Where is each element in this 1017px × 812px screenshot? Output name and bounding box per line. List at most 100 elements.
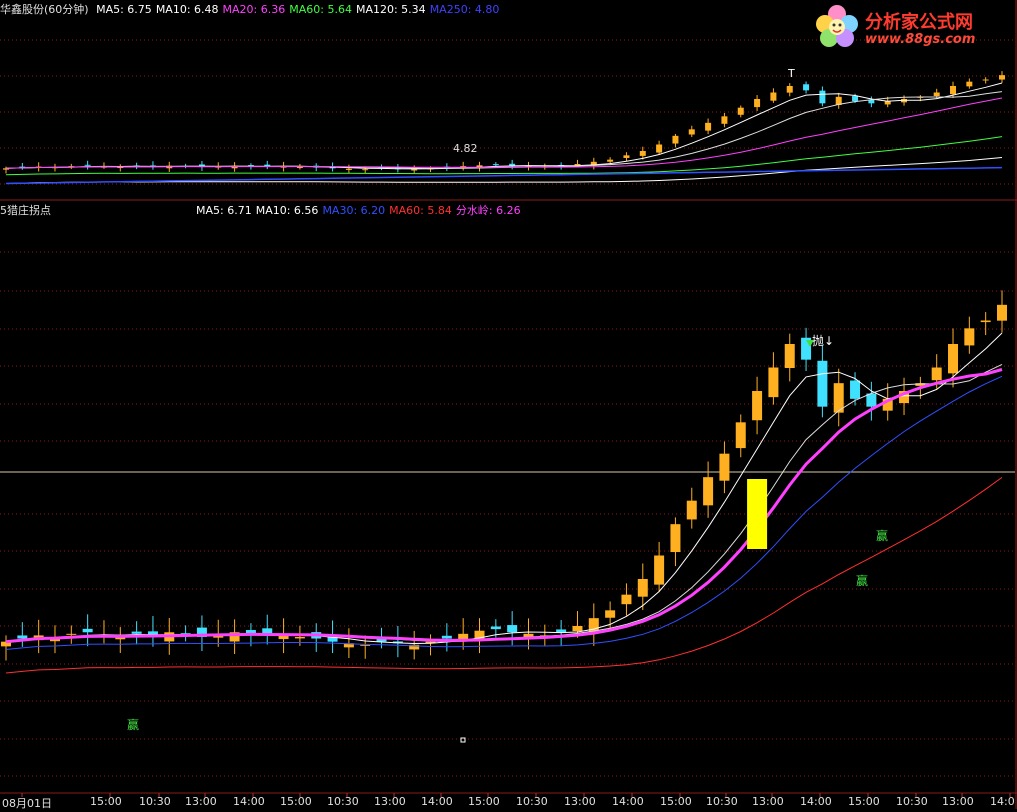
bottom-legend-item-2: MA30: 6.20 (322, 204, 386, 217)
top-candle-body (852, 96, 859, 102)
top-candle-body (982, 79, 989, 81)
top-candle-body (803, 84, 810, 91)
top-ma20-line (5, 97, 1003, 169)
bottom-candle-body (572, 626, 583, 632)
bottom-candle-body (82, 628, 93, 633)
bottom-candle-body (637, 579, 648, 597)
win-signal-2: 赢 (876, 528, 888, 543)
bottom-candle-body (621, 594, 632, 605)
time-label: 13:00 (752, 795, 784, 808)
time-label: 10:30 (327, 795, 359, 808)
time-label: 10:30 (706, 795, 738, 808)
indicator-title: 5猎庄拐点 (0, 204, 51, 217)
top-candle-body (933, 92, 940, 97)
bottom-ma5-line (5, 332, 1003, 645)
flower-logo-icon (816, 5, 858, 47)
top-candle-body (770, 92, 777, 101)
time-axis: 08月01日 15:00 10:30 13:00 14:00 15:00 10:30 13:0… (0, 794, 1017, 810)
top-candle-body (721, 116, 728, 124)
top-candle-body (623, 155, 630, 158)
bottom-candle-body (866, 393, 877, 407)
bottom-legend-item-1: MA10: 6.56 (255, 204, 319, 217)
bottom-candle-body (964, 328, 975, 346)
top-ma60-line (5, 136, 1003, 176)
time-label: 13:00 (374, 795, 406, 808)
bottom-ma10-line (5, 363, 1003, 643)
top-candle-body (786, 86, 793, 93)
bottom-candle-body (817, 360, 828, 407)
top-candle-body (84, 164, 91, 166)
top-candle-body (754, 99, 761, 108)
bottom-candle-body (556, 629, 567, 633)
top-panel-header: 华鑫股份(60分钟) MA5: 6.75 MA10: 6.48 MA20: 6.36… (0, 3, 507, 17)
bottom-candle-body (670, 524, 681, 553)
top-candle-body (296, 167, 303, 169)
top-candle-body (688, 129, 695, 135)
top-candle-body (492, 164, 499, 166)
yellow-signal-box (747, 479, 768, 549)
bottom-candle-body (131, 631, 142, 634)
bottom-ma30-line (5, 375, 1003, 650)
top-candle-body (999, 75, 1005, 80)
top-candle-body (656, 144, 663, 153)
time-label: 14:00 (612, 795, 644, 808)
bottom-watershed-line (5, 368, 1003, 644)
bottom-candle-body (768, 367, 779, 398)
time-label: 15:00 (90, 795, 122, 808)
top-candle-body (819, 90, 826, 104)
time-label: 10:30 (516, 795, 548, 808)
time-label: 15:00 (660, 795, 692, 808)
bottom-candle-body (507, 625, 518, 633)
bottom-candle-body (686, 500, 697, 520)
top-legend-item-2: MA20: 6.36 (222, 3, 286, 16)
bottom-legend-item-4: 分水岭: 6.26 (455, 204, 521, 217)
bottom-candle-body (605, 610, 616, 618)
time-label: 14:0 (990, 795, 1015, 808)
time-label: 14:00 (233, 795, 265, 808)
top-candle-body (737, 107, 744, 115)
logo-url: www.88gs.com (865, 32, 976, 47)
bottom-candle-body (703, 477, 714, 506)
bottom-candle-body (294, 636, 305, 639)
bottom-candle-body (654, 555, 665, 585)
time-label: 14:00 (800, 795, 832, 808)
top-candle-body (672, 135, 679, 144)
time-label: 13:00 (942, 795, 974, 808)
bottom-candle-body (719, 453, 730, 481)
top-legend-item-0: MA5: 6.75 (96, 3, 152, 16)
bottom-candle-body (850, 380, 861, 399)
time-label: 15:00 (848, 795, 880, 808)
bottom-candle-body (490, 626, 501, 630)
top-candle-body (705, 122, 712, 131)
stock-title: 华鑫股份(60分钟) (0, 3, 89, 16)
top-legend-item-5: MA250: 4.80 (429, 3, 500, 16)
top-candle-body (639, 151, 646, 156)
bottom-candle-body (752, 391, 763, 421)
top-ma5-line (5, 82, 1003, 170)
top-candle-body (950, 86, 957, 95)
top-candle-body (966, 81, 973, 87)
bottom-candle-body (66, 633, 77, 635)
site-logo: 分析家公式网 www.88gs.com (811, 4, 1011, 52)
bottom-candle-body (931, 367, 942, 381)
bottom-candle-body (948, 344, 959, 374)
top-marker-text: T (787, 67, 795, 80)
top-ma-legend: MA5: 6.75 MA10: 6.48 MA20: 6.36 MA60: 5.64 M… (96, 3, 503, 16)
chart-stage: 4.82 T 赢赢赢抛↓ (0, 0, 1017, 809)
top-legend-item-4: MA120: 5.34 (355, 3, 426, 16)
stock-chart-svg[interactable]: 4.82T赢赢赢抛↓ (0, 0, 1017, 809)
time-label: 13:00 (564, 795, 596, 808)
bottom-candle-body (17, 635, 28, 639)
time-label: 15:00 (280, 795, 312, 808)
bottom-candle-body (441, 635, 452, 639)
time-label: 10:30 (896, 795, 928, 808)
time-label: 13:00 (185, 795, 217, 808)
bottom-candle-body (784, 344, 795, 369)
top-legend-item-1: MA10: 6.48 (155, 3, 219, 16)
top-candle-body (345, 168, 352, 170)
top-legend-item-3: MA60: 5.64 (289, 3, 352, 16)
bottom-candle-body (735, 422, 746, 449)
bottom-candle-body (980, 320, 991, 323)
bottom-ma-legend: MA5: 6.71 MA10: 6.56 MA30: 6.20 MA60: 5.84 分… (196, 204, 525, 218)
bottom-panel-header: 5猎庄拐点 MA5: 6.71 MA10: 6.56 MA30: 6.20 MA60:… (0, 204, 1017, 218)
